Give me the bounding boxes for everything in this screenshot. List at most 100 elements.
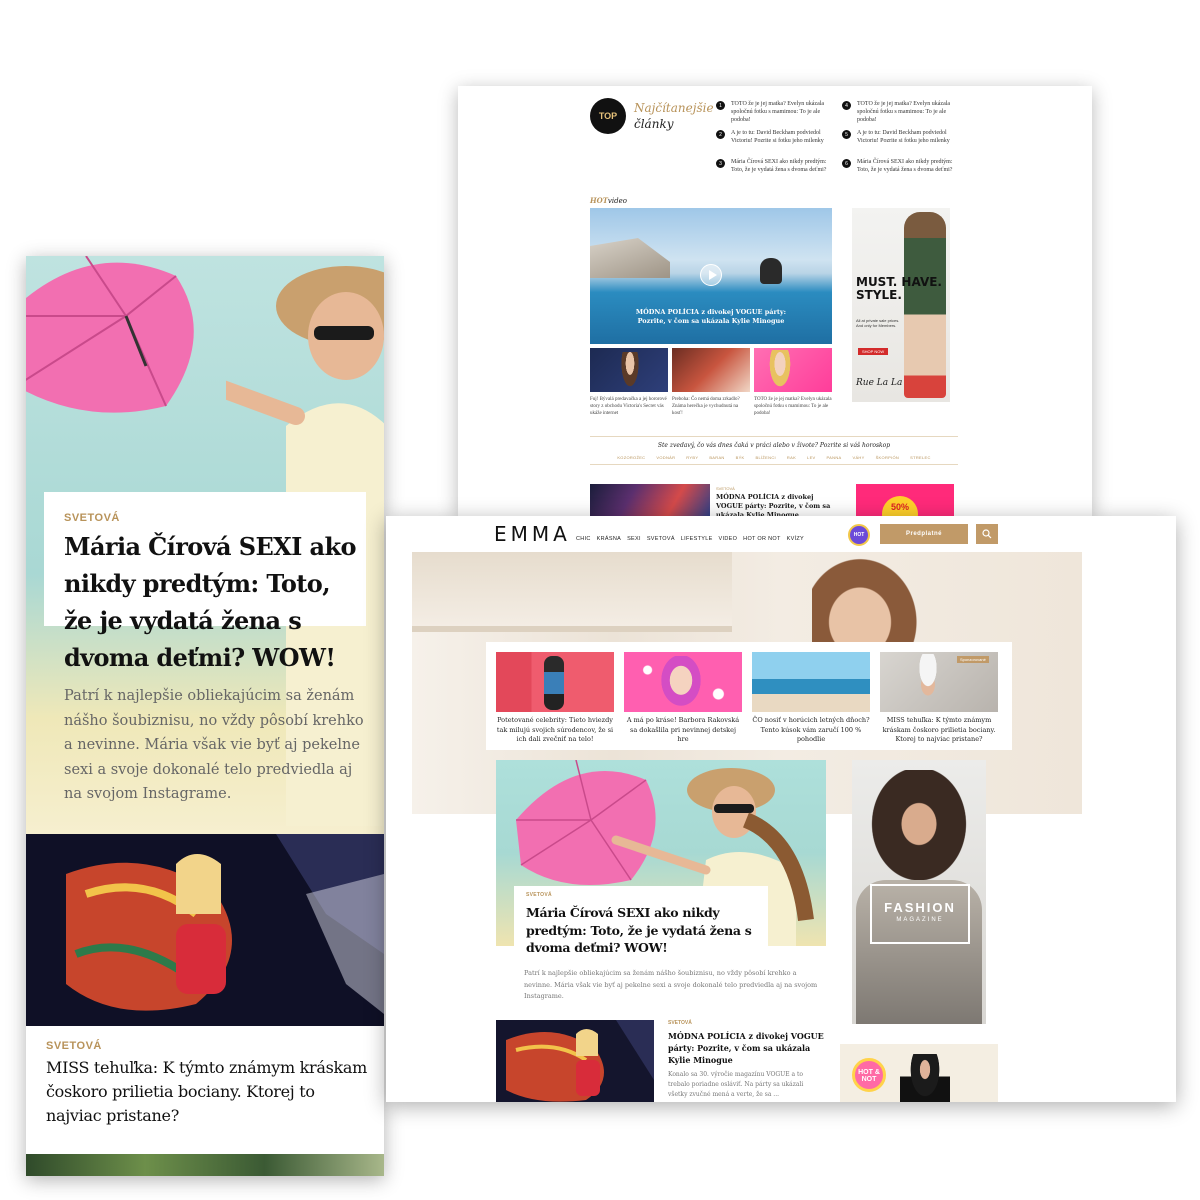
rank-badge: 6 (842, 159, 851, 168)
hot-badge-icon[interactable]: HOT (848, 524, 870, 546)
nav-item[interactable]: VIDEO (719, 536, 738, 542)
most-read-item-text: Mária Čírová SEXI ako nikdy predtým: Tot… (857, 159, 953, 173)
article-category[interactable]: SVETOVÁ (64, 512, 120, 524)
sign-link[interactable]: BÝK (736, 455, 745, 460)
thumb-image[interactable] (672, 348, 750, 392)
article-title[interactable]: Mária Čírová SEXI ako nikdy predtým: Tot… (64, 528, 364, 676)
nav-item[interactable]: CHIC (576, 536, 591, 542)
article-title[interactable]: Mária Čírová SEXI ako nikdy predtým: Tot… (526, 904, 766, 957)
horoscope-question: Ste zvedavý, čo vás dnes čaká v práci al… (657, 442, 891, 449)
thumb-person (768, 350, 792, 390)
sponsored-badge: Sponzorované (957, 656, 989, 663)
nav-item[interactable]: HOT OR NOT (743, 536, 780, 542)
play-icon[interactable] (700, 264, 722, 286)
subscribe-button[interactable]: Predplatné (880, 524, 968, 544)
ad-model-image (904, 212, 946, 398)
tile-caption[interactable]: ČO nosiť v horúcich letných dňoch? Tento… (752, 716, 870, 745)
next-article-image[interactable] (26, 1154, 384, 1176)
article-title[interactable]: MISS tehuľka: K týmto známym kráskam čos… (46, 1056, 374, 1128)
site-logo[interactable]: EMMA (494, 522, 571, 546)
thumb-person (620, 352, 640, 390)
pink-umbrella-image (26, 256, 194, 413)
sign-link[interactable]: BARAN (709, 455, 724, 460)
video-hero[interactable]: MÓDNA POLÍCIA z divokej VOGUE párty: Poz… (590, 208, 832, 344)
sign-link[interactable]: LEV (807, 455, 815, 460)
article-category: SVETOVÁ (716, 486, 735, 491)
most-read-item[interactable]: 5 A je to tu: David Beckham podviedol Vi… (842, 129, 958, 158)
rank-badge: 5 (842, 130, 851, 139)
main-nav: CHIC KRÁSNA SEXI SVETOVÁ LIFESTYLE VIDEO… (576, 536, 804, 542)
fashion-ad-line1: FASHION (884, 900, 956, 915)
rank-badge: 1 (716, 101, 725, 110)
most-read-item[interactable]: 6 Mária Čírová SEXI ako nikdy predtým: T… (842, 158, 958, 187)
ad-headline: MUST. HAVE. STYLE. (856, 275, 942, 302)
article-category[interactable]: SVETOVÁ (46, 1040, 102, 1052)
most-read-item[interactable]: 2 A je to tu: David Beckham podviedol Vi… (716, 129, 832, 158)
video-caption[interactable]: MÓDNA POLÍCIA z divokej VOGUE párty: Poz… (630, 308, 792, 326)
person-image (760, 258, 782, 284)
tile-caption[interactable]: MISS tehuľka: K týmto známym kráskam čos… (880, 716, 998, 745)
most-read-item-text: Mária Čírová SEXI ako nikdy predtým: Tot… (731, 159, 827, 173)
thumb-image[interactable] (754, 348, 832, 392)
article-thumb[interactable] (496, 1020, 654, 1102)
tile-image[interactable] (752, 652, 870, 712)
article-title[interactable]: MÓDNA POLÍCIA z divokej VOGUE párty: Poz… (668, 1030, 828, 1066)
nav-item[interactable]: SEXI (627, 536, 641, 542)
article-thumb[interactable] (590, 484, 710, 516)
article-excerpt: Patrí k najlepšie obliekajúcim sa ženám … (524, 969, 818, 1000)
article-teaser[interactable]: SVETOVÁ MÓDNA POLÍCIA z divokej VOGUE pá… (716, 484, 836, 516)
sign-link[interactable]: VODNÁR (656, 455, 675, 460)
most-read-item[interactable]: 1 TOTO že je jej matka? Evelyn ukázala s… (716, 100, 832, 129)
ad-subtext: All at private sale prices. And only for… (856, 318, 900, 328)
rank-badge: 2 (716, 130, 725, 139)
most-read-title-line2: články (634, 117, 674, 131)
thumb-caption[interactable]: Fuj! Bývalá predavačka a jej hororové st… (590, 396, 668, 417)
nav-item[interactable]: KVÍZY (787, 536, 804, 542)
must-have-style-ad[interactable]: MUST. HAVE. STYLE. All at private sale p… (852, 208, 950, 402)
most-read-item-text: TOTO že je jej matka? Evelyn ukázala spo… (731, 101, 825, 123)
sign-link[interactable]: PANNA (827, 455, 842, 460)
sign-link[interactable]: KOZOROŽEC (617, 455, 645, 460)
horoscope-section: Ste zvedavý, čo vás dnes čaká v práci al… (590, 436, 958, 465)
ad-brand-logo: Rue La La (856, 378, 903, 388)
most-read-item-text: TOTO že je jej matka? Evelyn ukázala spo… (857, 101, 951, 123)
sign-link[interactable]: VÁHY (853, 455, 865, 460)
nav-item[interactable]: SVETOVÁ (647, 536, 675, 542)
most-read-item[interactable]: 3 Mária Čírová SEXI ako nikdy predtým: T… (716, 158, 832, 187)
tile-person (658, 656, 704, 710)
article-category[interactable]: SVETOVÁ (668, 1020, 692, 1026)
shop-now-button[interactable]: SHOP NOW (858, 348, 889, 355)
most-read-list-col1: 1 TOTO že je jej matka? Evelyn ukázala s… (716, 100, 832, 187)
nav-item[interactable]: LIFESTYLE (681, 536, 713, 542)
hot-video-label-prefix: HOT (590, 196, 608, 205)
article-category[interactable]: SVETOVÁ (526, 892, 552, 898)
search-button[interactable] (976, 524, 998, 544)
article-excerpt: Patrí k najlepšie obliekajúcim sa ženám … (64, 688, 364, 802)
tile-image[interactable] (496, 652, 614, 712)
discount-ad[interactable]: 50% (856, 484, 954, 516)
hot-video-label-suffix: video (607, 197, 627, 205)
rank-badge: 4 (842, 101, 851, 110)
article-title[interactable]: MÓDNA POLÍCIA z divokej VOGUE párty: Poz… (716, 493, 836, 516)
runway-image[interactable] (26, 834, 384, 1026)
thumb-caption[interactable]: TOTO že je jej matka? Evelyn ukázala spo… (754, 396, 832, 417)
back-screenshot: TOP Najčítanejšie články 1 TOTO že je je… (458, 86, 1092, 516)
thumb-caption[interactable]: Preboha: Čo nemá doma zrkadlo? Známa her… (672, 396, 750, 417)
most-read-item-text: A je to tu: David Beckham podviedol Vict… (731, 130, 824, 144)
tile-caption[interactable]: A má po kráse! Barbora Rakovská sa dokaš… (624, 716, 742, 745)
sign-link[interactable]: BLÍŽENCI (756, 455, 776, 460)
tile-image[interactable] (624, 652, 742, 712)
hot-or-not-ad[interactable]: HOT & NOT (840, 1044, 998, 1102)
nav-item[interactable]: KRÁSNA (597, 536, 621, 542)
most-read-item[interactable]: 4 TOTO že je jej matka? Evelyn ukázala s… (842, 100, 958, 129)
sign-link[interactable]: ŠKORPIÓN (876, 455, 900, 460)
hot-video-label: HOTvideo (590, 196, 627, 205)
ad-model-image (864, 770, 974, 890)
sign-link[interactable]: STRELEC (910, 455, 931, 460)
thumb-image[interactable] (590, 348, 668, 392)
fashion-ad-label: FASHION MAGAZINE (870, 884, 970, 944)
tile-person (544, 656, 564, 710)
sign-link[interactable]: RAK (787, 455, 796, 460)
sign-link[interactable]: RYBY (686, 455, 698, 460)
tile-caption[interactable]: Potetované celebrity: Tieto hviezdy tak … (496, 716, 614, 745)
